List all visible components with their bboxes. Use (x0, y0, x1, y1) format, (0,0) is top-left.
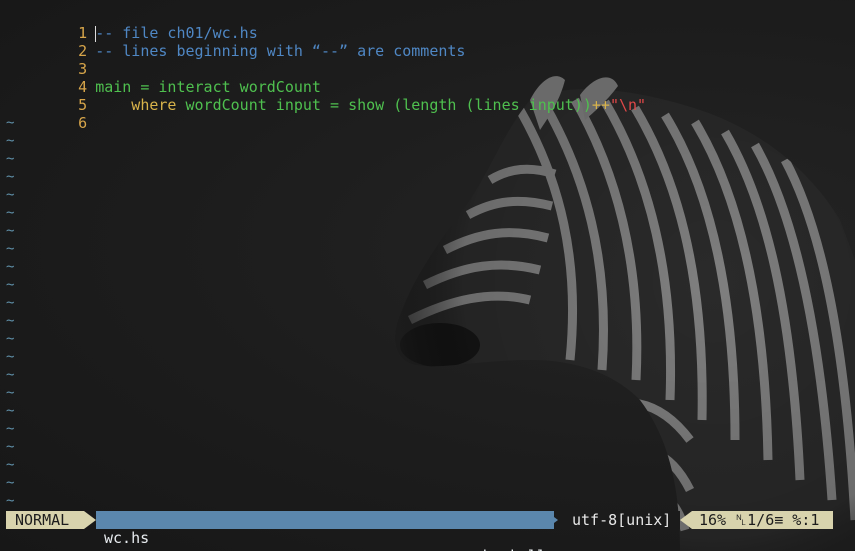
vim-window: 1 -- file ch01/wc.hs 2 -- lines beginning … (0, 0, 855, 551)
tilde-marker: ~ (6, 439, 15, 455)
tilde-marker: ~ (6, 331, 15, 347)
cursor-position-bar: 16% ␤1/6≡ %:1 (692, 511, 833, 529)
tilde-marker: ~ (6, 277, 15, 293)
column-icon: ≡ (774, 511, 784, 529)
tilde-marker: ~ (6, 187, 15, 203)
file-encoding: utf-8[unix] (558, 511, 680, 529)
tilde-marker: ~ (6, 385, 15, 401)
code-line[interactable]: 5 where wordCount input = show (length (… (0, 78, 855, 114)
tilde-marker: ~ (6, 115, 15, 131)
tilde-marker: ~ (6, 133, 15, 149)
separator-arrow-icon (546, 511, 558, 529)
tilde-marker: ~ (6, 205, 15, 221)
code-line[interactable]: 6 (0, 96, 855, 132)
tilde-marker: ~ (6, 421, 15, 437)
separator-arrow-icon (680, 511, 692, 529)
file-info-bar: wc.hs haskell (96, 511, 554, 551)
tilde-marker: ~ (6, 493, 15, 509)
status-line: NORMAL wc.hs haskell utf-8[unix] 16% ␤1/… (0, 511, 855, 551)
tilde-marker: ~ (6, 223, 15, 239)
tilde-marker: ~ (6, 169, 15, 185)
line-number-icon: ␤ (735, 511, 748, 529)
separator-arrow-icon (84, 511, 96, 529)
tilde-marker: ~ (6, 403, 15, 419)
code-line[interactable]: 1 -- file ch01/wc.hs (0, 6, 855, 42)
editor-buffer[interactable]: 1 -- file ch01/wc.hs 2 -- lines beginning … (0, 6, 855, 132)
scroll-percent: 16% (699, 511, 727, 529)
code-line[interactable]: 3 (0, 42, 855, 78)
code-line[interactable]: 2 -- lines beginning with “--” are commen… (0, 24, 855, 60)
file-name: wc.hs (104, 529, 150, 547)
mode-indicator: NORMAL (6, 511, 84, 529)
tilde-marker: ~ (6, 367, 15, 383)
tilde-marker: ~ (6, 151, 15, 167)
tilde-marker: ~ (6, 457, 15, 473)
tilde-marker: ~ (6, 295, 15, 311)
tilde-marker: ~ (6, 475, 15, 491)
cursor-line-position: 1/6 (747, 511, 775, 529)
line-number: 6 (78, 114, 88, 132)
tilde-marker: ~ (6, 349, 15, 365)
code-line[interactable]: 4 main = interact wordCount (0, 60, 855, 96)
cursor-column: %:1 (792, 511, 820, 529)
tilde-marker: ~ (6, 313, 15, 329)
tilde-marker: ~ (6, 241, 15, 257)
file-type: haskell (483, 547, 546, 551)
tilde-marker: ~ (6, 259, 15, 275)
zebra-background-image (395, 76, 855, 551)
